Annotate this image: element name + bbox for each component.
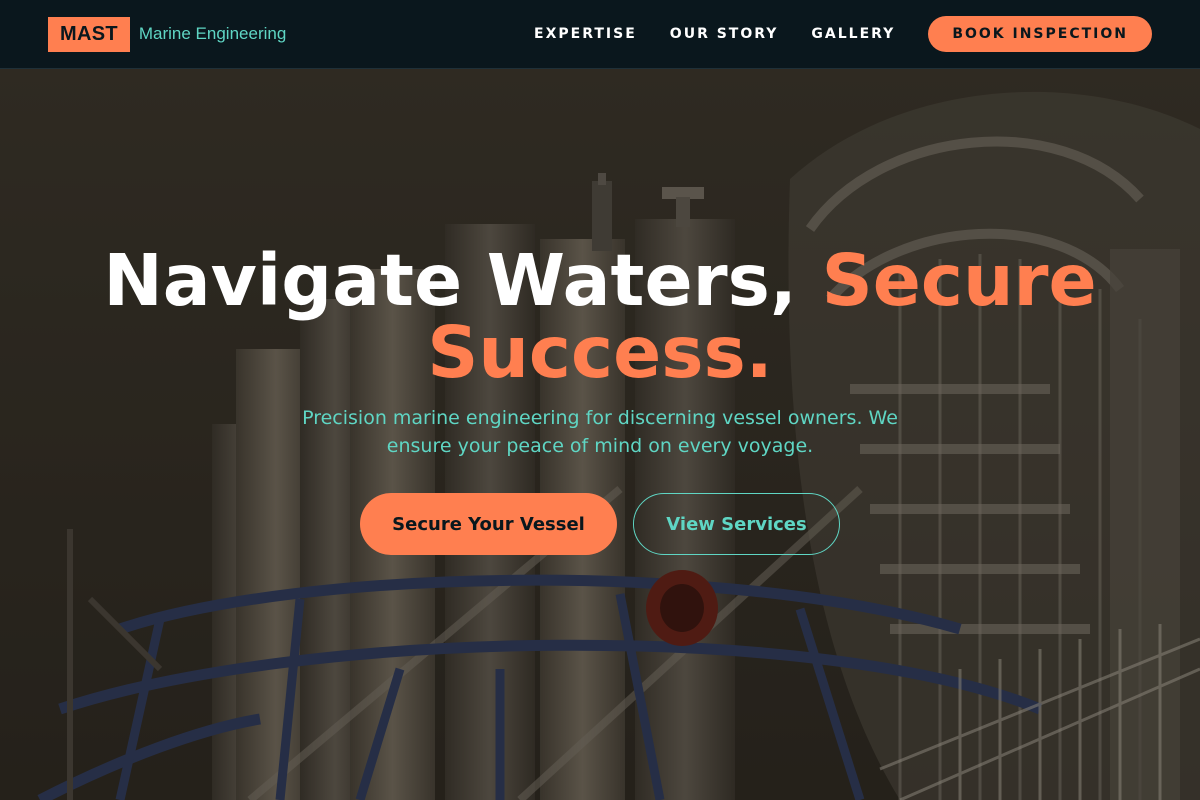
nav-link-gallery[interactable]: GALLERY [811, 26, 895, 42]
secure-vessel-button[interactable]: Secure Your Vessel [360, 493, 617, 555]
headline-main: Navigate Waters, [103, 239, 822, 322]
nav-link-our-story[interactable]: OUR STORY [670, 26, 779, 42]
nav-link-expertise[interactable]: EXPERTISE [534, 26, 637, 42]
main-nav: EXPERTISE OUR STORY GALLERY BOOK INSPECT… [534, 16, 1152, 52]
hero-subheadline: Precision marine engineering for discern… [302, 407, 898, 457]
book-inspection-button[interactable]: BOOK INSPECTION [928, 16, 1152, 52]
hero-headline: Navigate Waters, Secure Success. [60, 245, 1140, 389]
logo-mark: MAST [48, 16, 130, 52]
brand-logo[interactable]: MAST Marine Engineering [48, 16, 287, 52]
view-services-button[interactable]: View Services [633, 493, 840, 555]
logo-subtitle: Marine Engineering [138, 24, 287, 43]
site-header: MAST Marine Engineering EXPERTISE OUR ST… [0, 0, 1200, 69]
hero-section: Navigate Waters, Secure Success. Precisi… [0, 69, 1200, 800]
